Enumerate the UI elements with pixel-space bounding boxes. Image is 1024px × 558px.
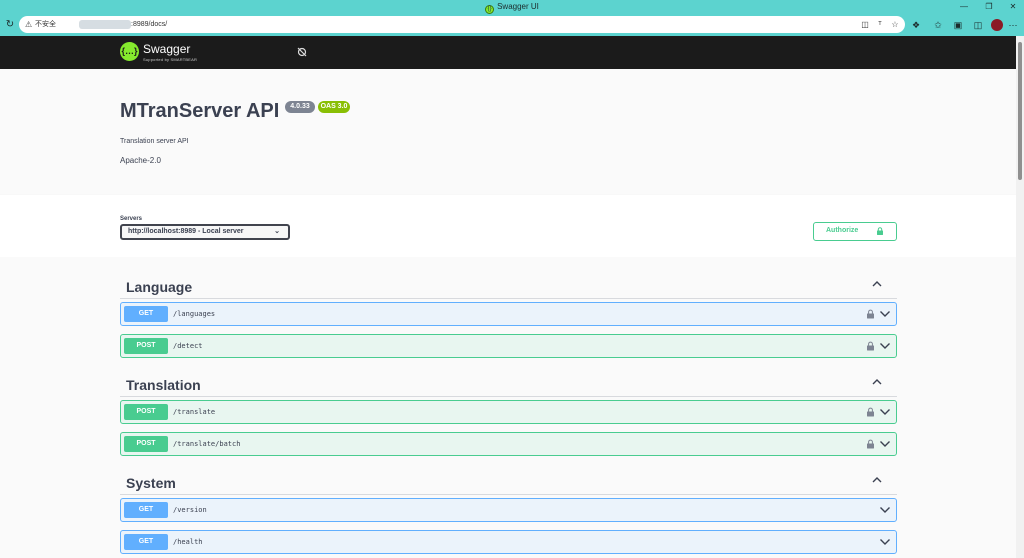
operation-path: /version (173, 506, 207, 514)
license-link[interactable]: Apache-2.0 (120, 156, 161, 166)
opblock-get-languages[interactable]: GET /languages (120, 302, 897, 326)
operation-path: /translate (173, 408, 216, 416)
tag-translation[interactable]: Translation (120, 367, 897, 397)
opblock-post-translate[interactable]: POST /translate (120, 400, 897, 424)
close-icon[interactable]: ✕ (1002, 0, 1024, 14)
insecure-label[interactable]: 不安全 (35, 18, 56, 31)
servers-select[interactable]: http://localhost:8989 - Local server ⌄ (120, 224, 290, 240)
chevron-down-icon[interactable] (879, 440, 891, 448)
minimize-icon[interactable]: — (953, 0, 975, 14)
api-title: MTranServer API (120, 100, 280, 122)
browser-toolbar: ↻ ⚠ 不安全 :8989/docs/ ◫ ᵀ ☆ ❖ ✩ ▣ ◫ ⋯ (0, 14, 1024, 36)
blurred-host (79, 20, 131, 29)
method-badge: POST (124, 404, 168, 420)
authorize-button[interactable]: Authorize (813, 222, 897, 241)
chevron-down-icon: ⌄ (274, 228, 280, 235)
url-text[interactable]: :8989/docs/ (131, 18, 167, 31)
tag-name[interactable]: System (126, 475, 176, 491)
method-badge: POST (124, 436, 168, 452)
method-badge: GET (124, 502, 168, 518)
oas-badge: OAS 3.0 (318, 101, 350, 113)
opblock-get-version[interactable]: GET /version (120, 498, 897, 522)
swagger-favicon-icon: {} (485, 5, 495, 14)
opblock-post-translate-batch[interactable]: POST /translate/batch (120, 432, 897, 456)
chevron-down-icon[interactable] (879, 538, 891, 546)
dark-mode-toggle-icon[interactable] (296, 46, 308, 58)
warning-icon[interactable]: ⚠ (25, 18, 32, 31)
lock-icon[interactable] (866, 407, 875, 417)
more-icon[interactable]: ⋯ (1006, 18, 1020, 32)
chevron-down-icon[interactable] (879, 408, 891, 416)
chevron-up-icon[interactable] (871, 279, 883, 289)
address-bar[interactable]: ⚠ 不安全 :8989/docs/ ◫ ᵀ ☆ (19, 16, 905, 33)
api-description: Translation server API (120, 138, 189, 145)
swagger-logo-subtext: Supported by SMARTBEAR (143, 57, 198, 62)
favorites-icon[interactable]: ✩ (931, 18, 945, 32)
method-badge: POST (124, 338, 168, 354)
scrollbar-thumb[interactable] (1018, 42, 1022, 180)
profile-avatar[interactable] (991, 19, 1003, 31)
lock-icon[interactable] (866, 309, 875, 319)
swagger-logo-text[interactable]: Swagger (143, 43, 190, 56)
chevron-down-icon[interactable] (879, 342, 891, 350)
servers-label: Servers (120, 216, 143, 222)
opblock-post-detect[interactable]: POST /detect (120, 334, 897, 358)
chevron-down-icon[interactable] (879, 506, 891, 514)
version-badge: 4.0.33 (285, 101, 315, 113)
method-badge: GET (124, 306, 168, 322)
lock-icon (877, 227, 883, 235)
operation-path: /translate/batch (173, 440, 241, 448)
read-aloud-icon[interactable]: ᵀ (874, 18, 886, 31)
operation-path: /health (173, 538, 203, 546)
tag-name[interactable]: Translation (126, 377, 201, 393)
operation-path: /detect (173, 342, 203, 350)
reload-icon[interactable]: ↻ (3, 17, 17, 33)
lock-icon[interactable] (866, 341, 875, 351)
authorize-label: Authorize (826, 227, 859, 234)
restore-icon[interactable]: ❐ (978, 0, 1000, 14)
info-section: MTranServer API 4.0.33 OAS 3.0 Translati… (0, 69, 1016, 195)
scheme-container: Servers http://localhost:8989 - Local se… (0, 195, 1016, 257)
collections-icon[interactable]: ▣ (951, 18, 965, 32)
operations-container: Language GET /languages POST /detect Tra… (0, 257, 1016, 558)
translate-icon[interactable]: ◫ (859, 18, 871, 31)
swagger-topbar: {…} Swagger Supported by SMARTBEAR (0, 36, 1016, 69)
operation-path: /languages (173, 310, 216, 318)
servers-selected-value: http://localhost:8989 - Local server (128, 228, 244, 235)
chevron-up-icon[interactable] (871, 377, 883, 387)
opblock-get-health[interactable]: GET /health (120, 530, 897, 554)
chevron-up-icon[interactable] (871, 475, 883, 485)
browser-title-bar: {} Swagger UI — ❐ ✕ (0, 0, 1024, 14)
tag-system[interactable]: System (120, 465, 897, 495)
sidebar-icon[interactable]: ◫ (971, 18, 985, 32)
tag-language[interactable]: Language (120, 269, 897, 299)
chevron-down-icon[interactable] (879, 310, 891, 318)
tag-name[interactable]: Language (126, 279, 192, 295)
extensions-icon[interactable]: ❖ (909, 18, 923, 32)
swagger-logo-icon[interactable]: {…} (120, 42, 139, 61)
method-badge: GET (124, 534, 168, 550)
window-title-text: Swagger UI (497, 2, 539, 11)
favorite-star-icon[interactable]: ☆ (889, 18, 901, 31)
window-title: {} Swagger UI (0, 0, 1024, 14)
lock-icon[interactable] (866, 439, 875, 449)
page-scrollbar[interactable] (1016, 36, 1024, 558)
